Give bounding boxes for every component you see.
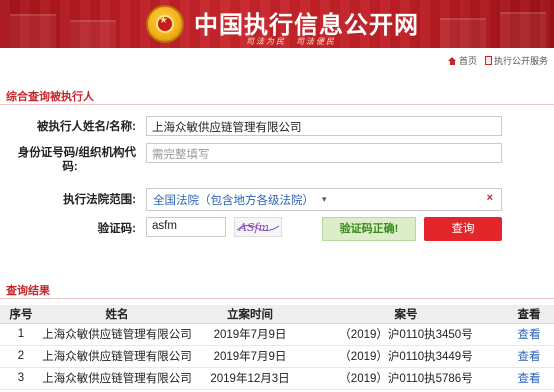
column-header: 查看 [504,305,554,324]
name-label: 被执行人姓名/名称: [36,121,136,133]
row-index: 2 [0,345,42,368]
court-emblem-icon: ★ [146,5,184,43]
captcha-image[interactable]: ASfm [234,217,282,237]
row-name: 上海众敏供应链管理有限公司 [42,345,192,368]
id-label: 身份证号码/组织机构代 码: [4,146,136,174]
view-link[interactable]: 查看 [504,323,554,346]
results-table: 序号 姓名 立案时间 案号 查看 1 上海众敏供应链管理有限公司 2019年7月… [0,305,554,390]
site-banner: ★ 中国执行信息公开网 司法为民 司法便民 [0,0,554,48]
captcha-input[interactable]: asfm [146,217,226,237]
execution-service-link[interactable]: 执行公开服务 [484,54,548,67]
court-select-value: 全国法院（包含地方各级法院） [153,194,314,207]
top-links: 首页 执行公开服务 [447,54,548,67]
id-label-line1: 身份证号码/组织机构代 [17,147,136,159]
row-name: 上海众敏供应链管理有限公司 [42,367,192,390]
execution-service-link-label: 执行公开服务 [493,56,548,66]
row-index: 1 [0,323,42,346]
captcha-image-text: ASfm [238,221,269,234]
divider [0,298,554,299]
captcha-label: 验证码: [97,223,136,235]
table-row: 1 上海众敏供应链管理有限公司 2019年7月9日 （2019）沪0110执34… [0,323,554,346]
row-case-number: （2019）沪0110执3450号 [308,323,504,346]
divider [0,104,554,105]
id-label-line2: 码: [62,161,78,173]
clear-icon[interactable]: × [487,192,493,204]
column-header: 立案时间 [192,305,308,324]
court-label: 执行法院范围: [63,194,136,206]
captcha-status: 验证码正确! [322,217,416,241]
query-button[interactable]: 查询 [424,217,502,241]
home-link[interactable]: 首页 [447,54,477,67]
chevron-down-icon: ▾ [322,194,327,204]
query-section-title: 综合查询被执行人 [6,91,94,103]
row-index: 3 [0,367,42,390]
home-link-label: 首页 [458,56,477,66]
column-header: 序号 [0,305,42,324]
view-link[interactable]: 查看 [504,345,554,368]
row-case-number: （2019）沪0110执3449号 [308,345,504,368]
column-header: 姓名 [42,305,192,324]
column-header: 案号 [308,305,504,324]
table-row: 2 上海众敏供应链管理有限公司 2019年7月9日 （2019）沪0110执34… [0,345,554,368]
row-date: 2019年7月9日 [192,323,308,346]
table-row: 3 上海众敏供应链管理有限公司 2019年12月3日 （2019）沪0110执5… [0,367,554,390]
view-link[interactable]: 查看 [504,367,554,390]
name-input[interactable]: 上海众敏供应链管理有限公司 [146,116,502,136]
id-input[interactable]: 需完整填写 [146,143,502,163]
site-title: 中国执行信息公开网 [194,11,419,39]
row-date: 2019年7月9日 [192,345,308,368]
home-icon [447,56,457,65]
results-section-title: 查询结果 [6,285,50,297]
row-date: 2019年12月3日 [192,367,308,390]
court-select[interactable]: 全国法院（包含地方各级法院） ▾ × [146,188,502,211]
page-icon [484,56,492,65]
row-case-number: （2019）沪0110执5786号 [308,367,504,390]
site-slogan: 司法为民 司法便民 [246,37,336,46]
table-header-row: 序号 姓名 立案时间 案号 查看 [0,305,554,324]
row-name: 上海众敏供应链管理有限公司 [42,323,192,346]
